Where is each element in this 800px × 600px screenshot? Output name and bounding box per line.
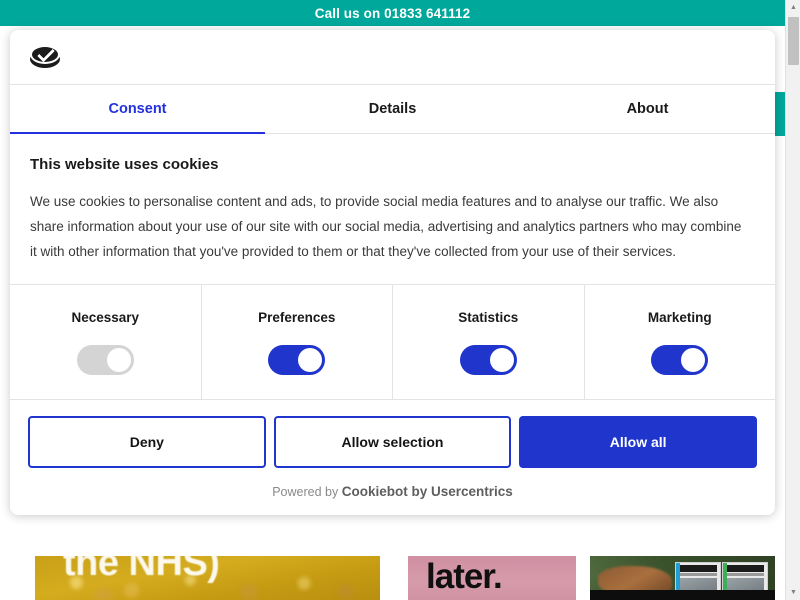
toggle-necessary (77, 345, 134, 375)
tab-consent[interactable]: Consent (10, 85, 265, 133)
allow-selection-button-label: Allow selection (342, 434, 444, 450)
tab-details[interactable]: Details (265, 85, 520, 133)
dialog-header (10, 30, 775, 85)
powered-by-footer: Powered by Cookiebot by Usercentrics (10, 480, 775, 515)
deny-button-label: Deny (130, 434, 164, 450)
toggle-marketing[interactable] (651, 345, 708, 375)
tab-about[interactable]: About (520, 85, 775, 133)
tab-about-label: About (627, 101, 669, 117)
cookie-consent-dialog: Consent Details About This website uses … (10, 30, 775, 515)
category-marketing-label: Marketing (648, 310, 712, 325)
background-card-later[interactable]: later. (408, 556, 576, 600)
category-necessary: Necessary (10, 285, 202, 399)
product-card-caption-bar (590, 590, 775, 600)
site-topbar-phone-banner[interactable]: Call us on 01833 641112 (0, 0, 785, 26)
toggle-preferences[interactable] (268, 345, 325, 375)
tab-details-label: Details (369, 101, 417, 117)
browser-scrollbar[interactable]: ▲ ▼ (785, 0, 800, 600)
dialog-title: This website uses cookies (30, 156, 755, 173)
allow-all-button-label: Allow all (610, 434, 667, 450)
cookiebot-logo-icon (28, 42, 62, 72)
dialog-description: We use cookies to personalise content an… (30, 189, 748, 264)
scrollbar-up-arrow-icon[interactable]: ▲ (786, 0, 800, 15)
tab-consent-label: Consent (109, 101, 167, 117)
dialog-body: This website uses cookies We use cookies… (10, 134, 775, 284)
category-statistics-label: Statistics (458, 310, 518, 325)
browser-viewport: Call us on 01833 641112 the NHS) later. (0, 0, 800, 600)
background-card-product[interactable] (590, 556, 775, 600)
topbar-phone-text: Call us on 01833 641112 (315, 6, 470, 21)
category-preferences-label: Preferences (258, 310, 335, 325)
consent-categories: Necessary Preferences Statistics Marketi… (10, 284, 775, 400)
background-card-row: the NHS) later. (0, 556, 785, 600)
scrollbar-thumb[interactable] (788, 17, 799, 65)
background-card-nhs[interactable]: the NHS) (35, 556, 380, 600)
scrollbar-down-arrow-icon[interactable]: ▼ (786, 585, 800, 600)
category-preferences: Preferences (202, 285, 394, 399)
later-card-headline: later. (426, 557, 502, 597)
nhs-card-headline: the NHS) (63, 556, 219, 585)
deny-button[interactable]: Deny (28, 416, 266, 468)
dialog-tabs: Consent Details About (10, 85, 775, 134)
allow-selection-button[interactable]: Allow selection (274, 416, 512, 468)
category-marketing: Marketing (585, 285, 776, 399)
category-necessary-label: Necessary (71, 310, 139, 325)
toggle-statistics[interactable] (460, 345, 517, 375)
dialog-actions: Deny Allow selection Allow all (10, 400, 775, 480)
powered-by-prefix: Powered by (272, 485, 341, 499)
allow-all-button[interactable]: Allow all (519, 416, 757, 468)
powered-by-brand[interactable]: Cookiebot by Usercentrics (342, 484, 513, 499)
category-statistics: Statistics (393, 285, 585, 399)
